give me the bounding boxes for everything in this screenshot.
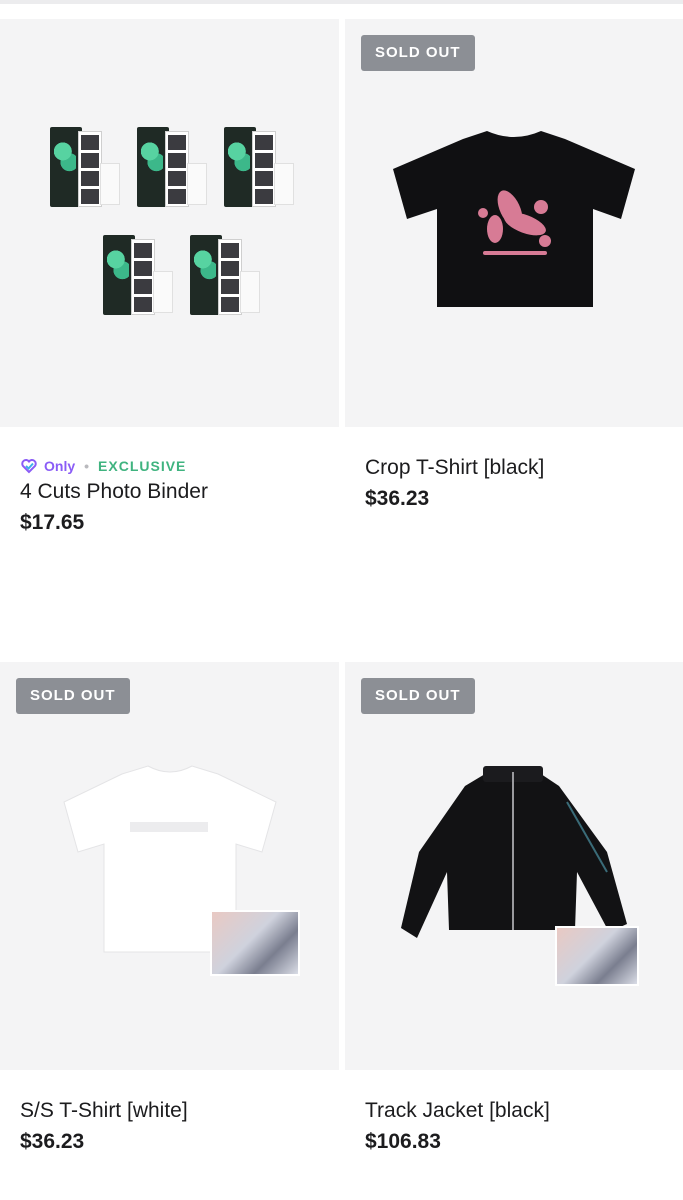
photocard-image <box>555 926 639 986</box>
crop-tshirt-image <box>393 131 635 307</box>
photocard-image <box>210 910 300 976</box>
product-meta: Only • EXCLUSIVE 4 Cuts Photo Binder $17… <box>0 455 339 539</box>
product-name[interactable]: Crop T-Shirt [black] <box>365 453 683 483</box>
product-name[interactable]: Track Jacket [black] <box>365 1096 683 1126</box>
product-meta: S/S T-Shirt [white] $36.23 <box>0 1070 339 1158</box>
heart-badge-icon <box>21 459 37 474</box>
white-tshirt-image <box>63 765 277 953</box>
top-divider <box>0 0 683 4</box>
product-price: $36.23 <box>20 1130 85 1153</box>
product-card-crop-tshirt[interactable]: SOLD OUT Crop T-Shirt [black] $36.23 <box>345 19 683 515</box>
product-price: $106.83 <box>365 1130 441 1153</box>
product-image[interactable]: SOLD OUT <box>345 19 683 427</box>
product-image[interactable]: SOLD OUT <box>345 662 683 1070</box>
product-price: $17.65 <box>20 511 85 534</box>
product-price: $36.23 <box>365 487 430 510</box>
product-card-track-jacket[interactable]: SOLD OUT Track Jacket [black] $106.83 <box>345 662 683 1158</box>
only-badge: Only <box>20 457 75 475</box>
product-name[interactable]: 4 Cuts Photo Binder <box>20 477 339 507</box>
product-badges: Only • EXCLUSIVE <box>20 455 339 477</box>
product-card-ss-tshirt[interactable]: SOLD OUT S/S T-Shirt [white] $36.23 <box>0 662 339 1158</box>
product-name[interactable]: S/S T-Shirt [white] <box>20 1096 339 1126</box>
track-jacket-image <box>401 766 627 938</box>
product-image[interactable] <box>0 19 339 427</box>
only-label: Only <box>44 458 76 474</box>
exclusive-label: EXCLUSIVE <box>98 458 187 474</box>
product-image[interactable]: SOLD OUT <box>0 662 339 1070</box>
product-meta: Crop T-Shirt [black] $36.23 <box>345 427 683 515</box>
product-card-photo-binder[interactable]: Only • EXCLUSIVE 4 Cuts Photo Binder $17… <box>0 19 339 539</box>
separator-dot: • <box>84 458 90 474</box>
product-meta: Track Jacket [black] $106.83 <box>345 1070 683 1158</box>
